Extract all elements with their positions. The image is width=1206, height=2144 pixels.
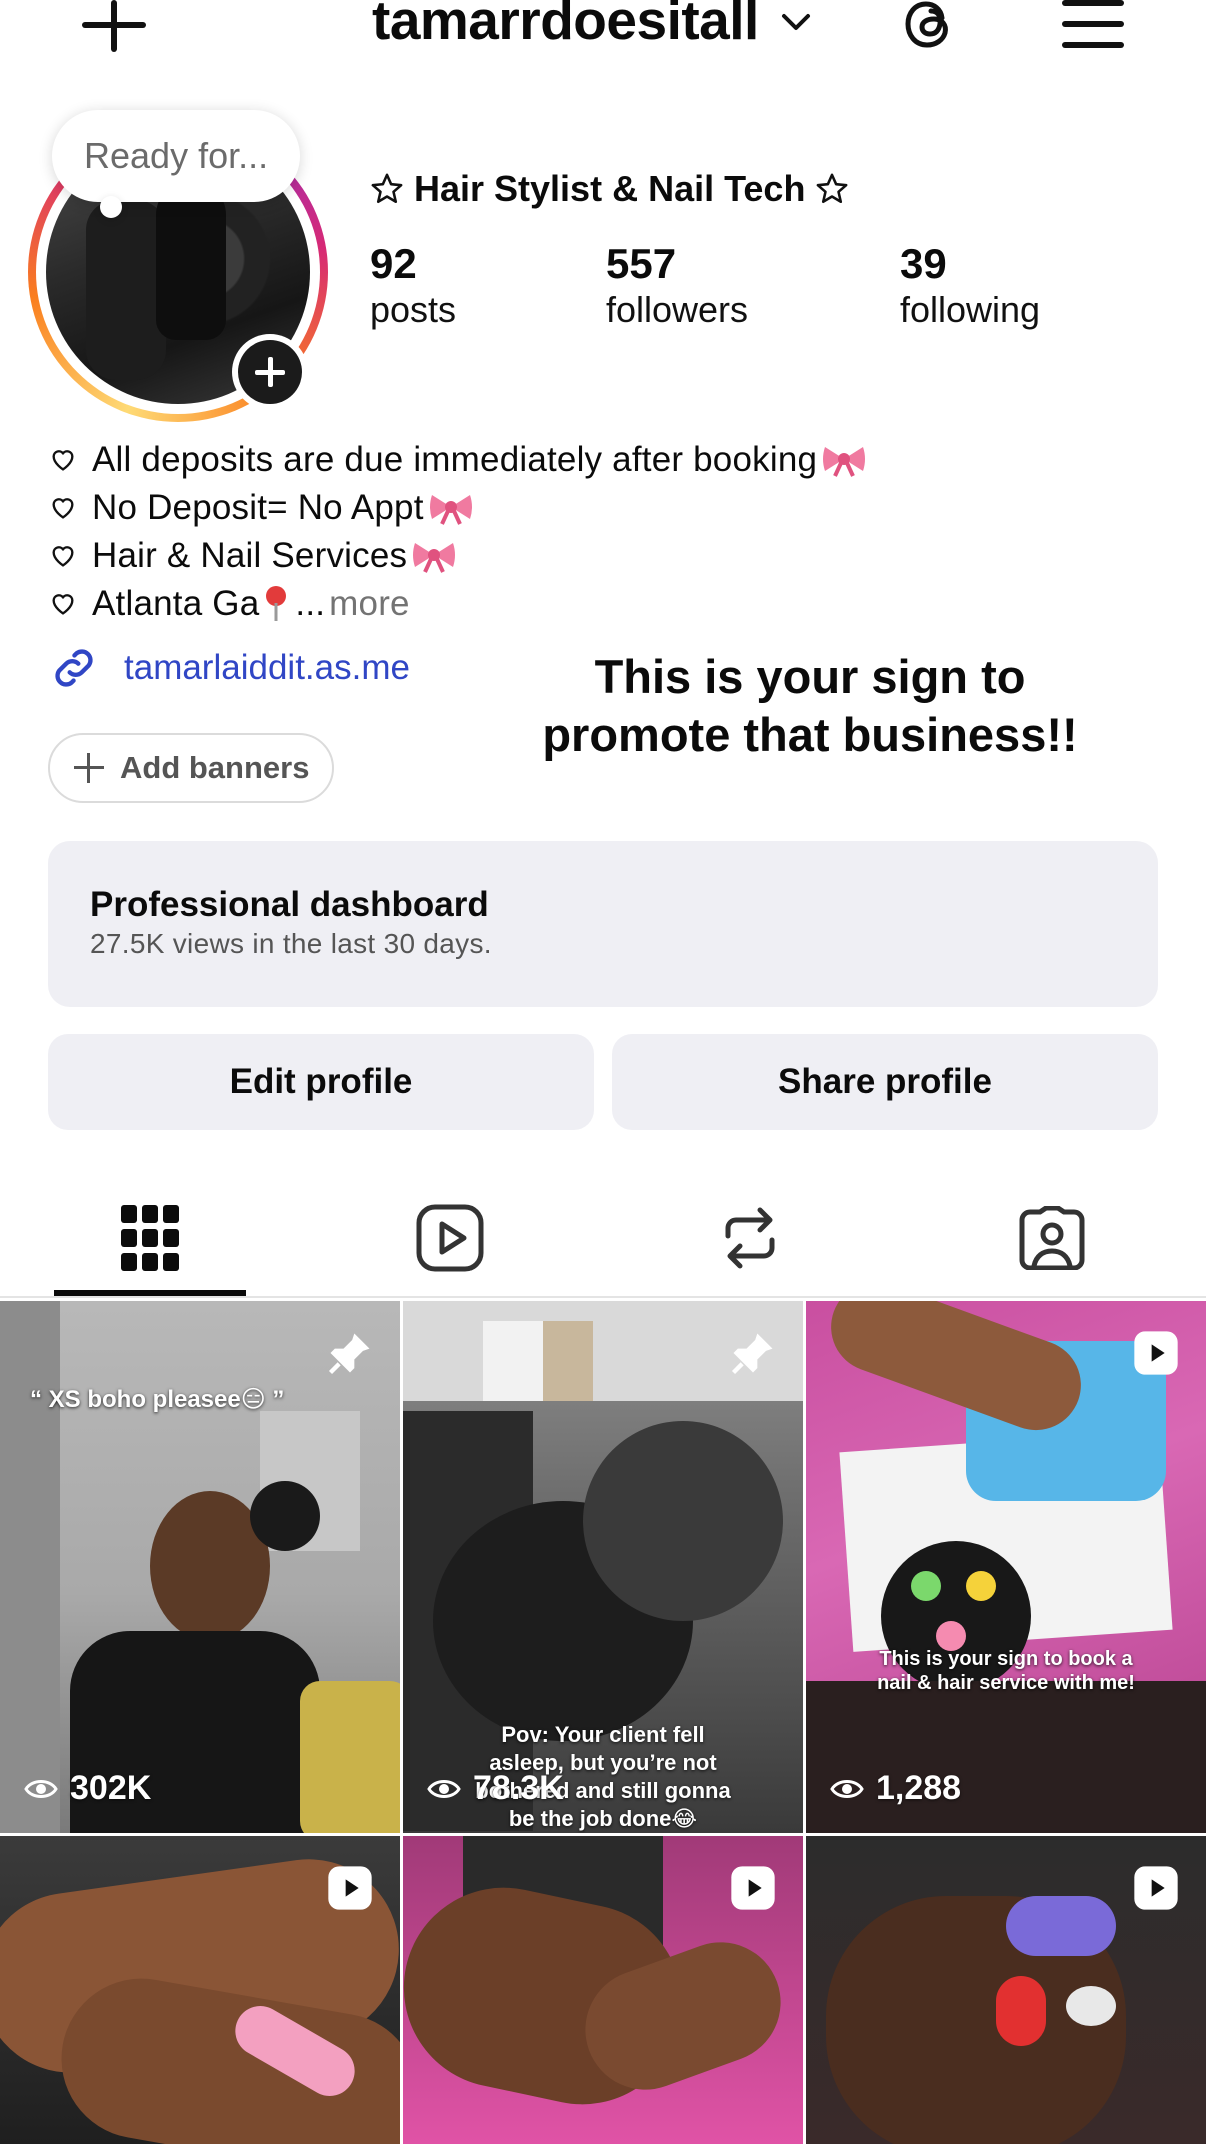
post-caption: This is your sign to book a nail & hair …: [877, 1648, 1135, 1694]
post-thumbnail[interactable]: [403, 1836, 803, 2144]
tab-posts[interactable]: [20, 1180, 280, 1296]
heart-icon: [52, 450, 74, 471]
stat-value: 92: [370, 240, 417, 287]
post-thumbnail[interactable]: Pov: Your client fell asleep, but you’re…: [403, 1301, 803, 1833]
more-link[interactable]: more: [329, 580, 410, 628]
plus-icon: [238, 340, 302, 404]
eye-icon: [830, 1779, 864, 1798]
promo-overlay-text: This is your sign to promote that busine…: [542, 650, 1078, 761]
stat-following[interactable]: 39 following: [900, 240, 1040, 332]
reel-icon: [1134, 1866, 1178, 1910]
star-icon: [371, 173, 403, 204]
tab-tagged[interactable]: [922, 1180, 1182, 1296]
pin-icon: [328, 1333, 370, 1375]
bio-line: Hair & Nail Services: [48, 532, 1148, 580]
reels-icon: [416, 1204, 484, 1272]
bow-icon: [823, 447, 866, 477]
category-text: Hair Stylist & Nail Tech: [414, 168, 806, 209]
top-bar: tamarrdoesitall: [0, 0, 1206, 70]
threads-icon[interactable]: [896, 0, 960, 56]
heart-icon: [52, 594, 74, 615]
pin-icon: [731, 1333, 773, 1375]
share-profile-button[interactable]: Share profile: [612, 1034, 1158, 1130]
note-tail: [100, 196, 122, 218]
bio: All deposits are due immediately after b…: [48, 436, 1148, 628]
post-thumbnail[interactable]: [806, 1836, 1206, 2144]
post-thumbnail[interactable]: “ XS boho pleasee😑 ” 302K: [0, 1301, 400, 1833]
profile-stats: 92 posts 557 followers 39 following: [370, 240, 1170, 340]
stat-label: following: [900, 289, 1041, 330]
stat-value: 39: [900, 240, 947, 287]
chevron-down-icon: [781, 14, 810, 30]
plus-icon: [74, 753, 104, 783]
view-count: 78.3K: [427, 1769, 564, 1808]
active-tab-indicator: [54, 1290, 246, 1296]
dashboard-subtitle: 27.5K views in the last 30 days.: [90, 928, 492, 959]
stat-value: 557: [606, 240, 677, 287]
profile-category: Hair Stylist & Nail Tech: [370, 168, 849, 210]
link-icon: [55, 649, 93, 687]
heart-icon: [52, 546, 74, 567]
bio-line: Atlanta Ga ... more: [48, 580, 1148, 628]
post-thumbnail[interactable]: This is your sign to book a nail & hair …: [806, 1301, 1206, 1833]
post-thumbnail[interactable]: [0, 1836, 400, 2144]
edit-profile-button[interactable]: Edit profile: [48, 1034, 594, 1130]
tagged-icon: [1019, 1206, 1085, 1270]
username: tamarrdoesitall: [372, 0, 759, 51]
eye-icon: [427, 1779, 461, 1798]
account-switcher[interactable]: tamarrdoesitall: [372, 0, 811, 52]
menu-icon[interactable]: [1062, 0, 1124, 48]
location-pin-icon: [266, 586, 287, 621]
tab-reposts[interactable]: [620, 1180, 880, 1296]
professional-dashboard[interactable]: Professional dashboard 27.5K views in th…: [48, 841, 1158, 1007]
dashboard-title: Professional dashboard: [90, 885, 489, 924]
eye-icon: [24, 1779, 58, 1798]
reposts-icon: [725, 1207, 775, 1269]
stat-label: posts: [370, 289, 457, 330]
bow-icon: [413, 543, 456, 573]
bio-line: All deposits are due immediately after b…: [48, 436, 1148, 484]
post-caption: “ XS boho pleasee😑 ”: [30, 1386, 285, 1413]
bow-icon: [429, 495, 472, 525]
note-bubble[interactable]: Ready for...: [52, 110, 301, 202]
add-story-button[interactable]: [232, 334, 308, 410]
posts-grid: “ XS boho pleasee😑 ” 302K Pov: Your clie…: [0, 1300, 1206, 2144]
add-banners-label: Add banners: [120, 750, 310, 785]
reel-icon: [328, 1866, 372, 1910]
heart-icon: [52, 498, 74, 519]
add-banners-button[interactable]: Add banners: [48, 733, 334, 803]
stat-posts[interactable]: 92 posts: [370, 240, 456, 332]
view-count: 1,288: [830, 1769, 961, 1808]
stat-followers[interactable]: 557 followers: [606, 240, 748, 332]
create-icon[interactable]: [82, 0, 146, 52]
tab-reels[interactable]: [320, 1180, 580, 1296]
stat-label: followers: [606, 289, 749, 330]
reel-icon: [731, 1866, 775, 1910]
view-count: 302K: [24, 1769, 151, 1808]
star-icon: [817, 173, 848, 204]
website-link[interactable]: tamarlaiddit.as.me: [48, 642, 410, 694]
note-text: Ready for...: [84, 135, 269, 176]
website-url: tamarlaiddit.as.me: [124, 648, 410, 687]
grid-icon: [121, 1205, 179, 1271]
bio-line: No Deposit= No Appt: [48, 484, 1148, 532]
profile-tabs: [0, 1180, 1206, 1298]
reel-icon: [1134, 1331, 1178, 1375]
